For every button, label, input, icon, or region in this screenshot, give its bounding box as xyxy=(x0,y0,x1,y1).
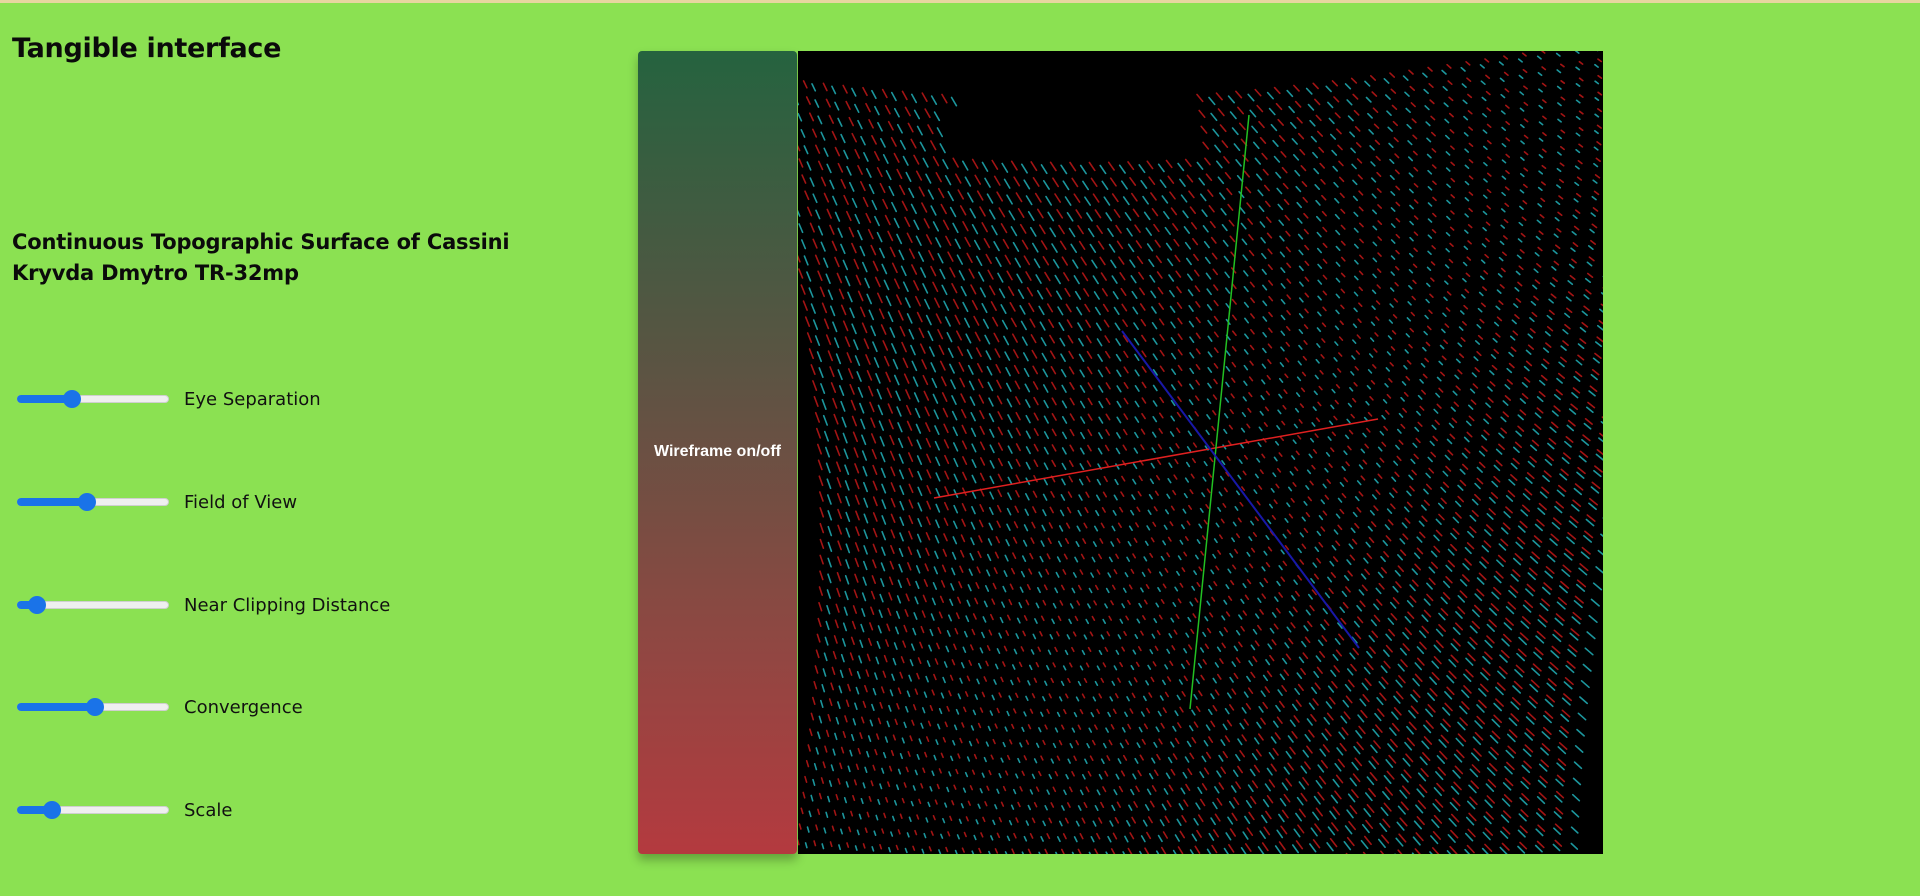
right-eye-wire-segments xyxy=(798,51,1603,854)
wireframe-toggle-button[interactable]: Wireframe on/off xyxy=(638,51,797,854)
page: Tangible interface Continuous Topographi… xyxy=(0,0,1920,896)
slider-fill xyxy=(17,498,87,506)
author-name: Kryvda Dmytro TR-32mp xyxy=(12,261,299,285)
control-eye-separation: Eye Separation xyxy=(12,384,321,414)
page-title: Tangible interface xyxy=(12,33,282,64)
right-eye-mesh xyxy=(798,51,1603,854)
surface-description: Continuous Topographic Surface of Cassin… xyxy=(12,227,510,289)
slider-fill xyxy=(17,703,95,711)
field-of-view-slider[interactable] xyxy=(12,490,174,514)
control-field-of-view: Field of View xyxy=(12,487,297,517)
surface-title: Continuous Topographic Surface of Cassin… xyxy=(12,230,510,254)
control-convergence: Convergence xyxy=(12,692,303,722)
control-near-clipping: Near Clipping Distance xyxy=(12,590,390,620)
wireframe-toggle-label: Wireframe on/off xyxy=(654,443,781,460)
eye-separation-label: Eye Separation xyxy=(184,388,321,410)
near-clipping-label: Near Clipping Distance xyxy=(184,594,391,616)
y-axis-line xyxy=(1189,114,1250,710)
surface-render xyxy=(798,51,1603,854)
convergence-label: Convergence xyxy=(184,696,303,718)
left-eye-wire-segments xyxy=(798,51,1603,854)
slider-thumb[interactable] xyxy=(42,801,61,819)
surface-gap xyxy=(948,51,1193,137)
z-axis-line xyxy=(1121,330,1360,649)
slider-thumb[interactable] xyxy=(27,596,46,614)
control-scale: Scale xyxy=(12,795,232,825)
field-of-view-label: Field of View xyxy=(184,491,298,513)
convergence-slider[interactable] xyxy=(12,695,174,719)
app-background: Tangible interface Continuous Topographi… xyxy=(0,0,1920,896)
scale-slider[interactable] xyxy=(12,798,174,822)
slider-thumb[interactable] xyxy=(62,390,81,408)
near-clipping-slider[interactable] xyxy=(12,593,174,617)
slider-thumb[interactable] xyxy=(77,493,96,511)
slider-thumb[interactable] xyxy=(85,698,104,716)
left-eye-mesh xyxy=(798,51,1603,854)
stereo-canvas[interactable] xyxy=(798,51,1603,854)
eye-separation-slider[interactable] xyxy=(12,387,174,411)
scale-label: Scale xyxy=(184,799,233,821)
